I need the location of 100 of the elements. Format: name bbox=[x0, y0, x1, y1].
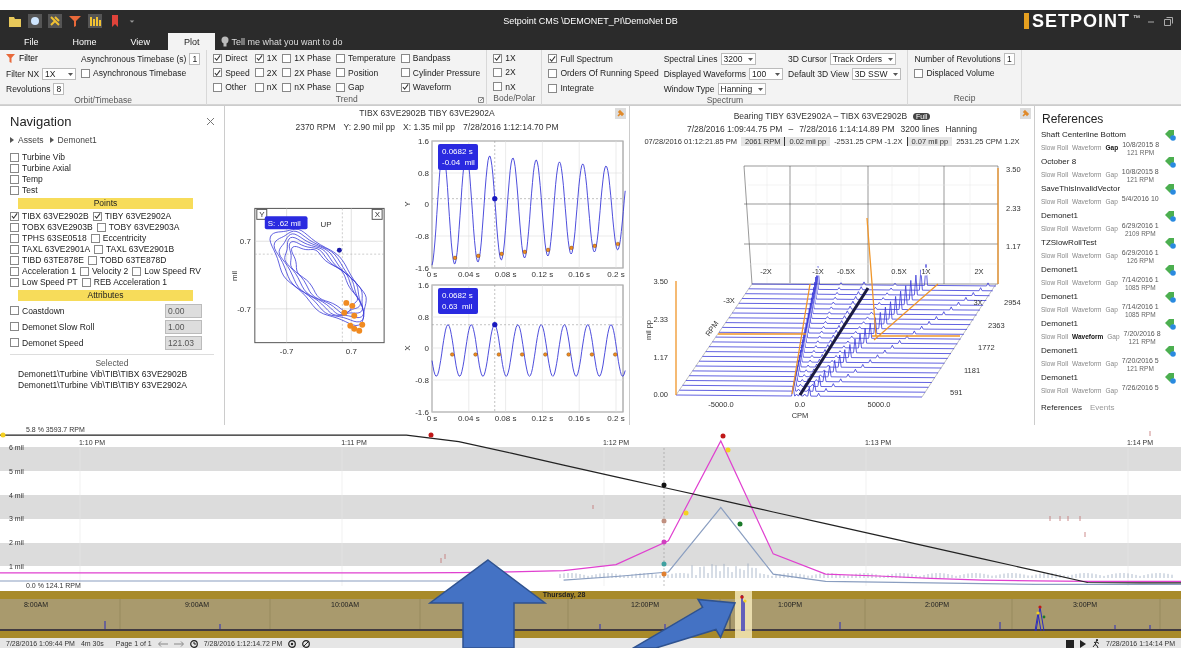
bar-chart-icon[interactable] bbox=[88, 14, 102, 28]
checkbox[interactable]: Cylinder Pressure bbox=[400, 67, 481, 78]
checkbox[interactable]: Demonet Slow Roll bbox=[10, 321, 95, 332]
reference-name[interactable]: TZSlowRollTest bbox=[1041, 238, 1178, 248]
number-field[interactable]: 1 bbox=[189, 53, 201, 65]
checkbox[interactable]: nX Phase bbox=[282, 82, 332, 92]
tag-icon[interactable] bbox=[1165, 184, 1176, 195]
dropdown[interactable]: 1X bbox=[42, 68, 77, 80]
breadcrumb-item[interactable]: Assets bbox=[18, 135, 44, 145]
checkbox[interactable]: nX bbox=[254, 82, 278, 92]
dropdown[interactable]: 100 bbox=[749, 68, 783, 80]
number-field[interactable]: 1 bbox=[1003, 53, 1015, 65]
checkbox[interactable]: 2X Phase bbox=[282, 67, 332, 78]
axis-toggle[interactable]: Y bbox=[256, 208, 268, 220]
clock-icon[interactable] bbox=[189, 639, 198, 648]
tag-icon[interactable] bbox=[1165, 373, 1176, 384]
axis-toggle[interactable]: X bbox=[371, 208, 383, 220]
tag-icon[interactable] bbox=[1165, 346, 1176, 357]
reference-name[interactable]: SaveThisInvalidVector bbox=[1041, 184, 1178, 194]
dropdown[interactable]: Hanning bbox=[717, 83, 767, 95]
filter-button[interactable]: Filter bbox=[6, 53, 38, 64]
reference-name[interactable]: Demonet1 bbox=[1041, 319, 1178, 329]
reference-name[interactable]: Shaft Centerline Bottom bbox=[1041, 130, 1178, 140]
tag-icon[interactable] bbox=[1165, 238, 1176, 249]
reference-name[interactable]: Demonet1 bbox=[1041, 346, 1178, 356]
checkbox[interactable]: nX bbox=[493, 81, 516, 92]
checkbox[interactable]: 2X bbox=[254, 67, 278, 78]
ribbon-tab[interactable]: View bbox=[114, 33, 166, 50]
checkbox[interactable]: TAXL 63VE2901A bbox=[10, 244, 91, 254]
checkbox[interactable]: Coastdown bbox=[10, 305, 65, 316]
checkbox[interactable]: Turbine Axial bbox=[10, 163, 214, 173]
tag-icon[interactable] bbox=[1165, 292, 1176, 303]
checkbox[interactable]: Test bbox=[10, 185, 214, 195]
search-field[interactable]: Tell me what you want to do bbox=[231, 36, 343, 47]
checkbox[interactable]: Acceleration 1 bbox=[10, 266, 76, 276]
checkbox[interactable]: Gap bbox=[336, 82, 365, 92]
panel-tab[interactable]: References bbox=[1041, 403, 1082, 412]
reference-name[interactable]: Demonet1 bbox=[1041, 373, 1178, 383]
reference-name[interactable]: October 8 bbox=[1041, 157, 1178, 167]
checkbox[interactable]: Low Speed PT bbox=[10, 277, 78, 287]
tag-icon[interactable] bbox=[1165, 157, 1176, 168]
expand-arrow-icon[interactable] bbox=[49, 137, 54, 143]
checkbox[interactable]: Displaced Volume bbox=[914, 68, 995, 78]
expand-arrow-icon[interactable] bbox=[10, 137, 14, 143]
cancel-icon[interactable] bbox=[302, 639, 311, 648]
tag-icon[interactable] bbox=[1165, 130, 1176, 141]
dropdown[interactable]: 3D SSW bbox=[851, 68, 902, 80]
checkbox[interactable]: TIBY 63VE2902A bbox=[92, 211, 172, 221]
checkbox[interactable]: Low Speed RV bbox=[132, 266, 201, 276]
checkbox[interactable]: 1X bbox=[254, 53, 278, 64]
checkbox[interactable]: Orders Of Running Speed bbox=[548, 68, 659, 79]
stop-icon[interactable] bbox=[1066, 639, 1075, 648]
tag-icon[interactable] bbox=[1165, 265, 1176, 276]
checkbox[interactable]: Demonet Speed bbox=[10, 337, 84, 348]
filter-icon[interactable] bbox=[68, 14, 82, 28]
checkbox[interactable]: 1X bbox=[493, 53, 516, 63]
checkbox[interactable]: Position bbox=[336, 67, 379, 78]
checkbox[interactable]: Bandpass bbox=[400, 53, 451, 63]
checkbox[interactable]: TIBD 63TE878E bbox=[10, 255, 84, 265]
restore-window-icon[interactable] bbox=[1164, 16, 1173, 26]
reference-name[interactable]: Demonet1 bbox=[1041, 265, 1178, 275]
checkbox[interactable]: Speed bbox=[213, 67, 250, 78]
checkbox[interactable]: 1X Phase bbox=[282, 53, 332, 63]
checkbox[interactable]: 2X bbox=[493, 67, 516, 77]
selected-path[interactable]: Demonet1\Turbine Vib\TIB\TIBY 63VE2902A bbox=[10, 380, 214, 390]
checkbox[interactable]: TOBX 63VE2903B bbox=[10, 222, 93, 232]
breadcrumb-item[interactable]: Demonet1 bbox=[57, 135, 97, 145]
checkbox[interactable]: Temp bbox=[10, 174, 214, 184]
checkbox[interactable]: REB Acceleration 1 bbox=[81, 277, 167, 287]
tag-icon[interactable] bbox=[1165, 211, 1176, 222]
checkbox[interactable]: Full Spectrum bbox=[548, 53, 613, 64]
checkbox[interactable]: Waveform bbox=[400, 82, 452, 93]
checkbox[interactable]: Temperature bbox=[336, 53, 396, 63]
close-icon[interactable] bbox=[207, 117, 214, 125]
selection-window[interactable] bbox=[735, 591, 752, 638]
target-icon[interactable] bbox=[288, 639, 297, 648]
selected-path[interactable]: Demonet1\Turbine Vib\TIB\TIBX 63VE2902B bbox=[10, 369, 214, 379]
dropdown[interactable]: Track Orders bbox=[829, 53, 897, 65]
tag-icon[interactable] bbox=[1165, 319, 1176, 330]
folder-icon[interactable] bbox=[8, 14, 22, 28]
number-field[interactable]: 8 bbox=[53, 83, 65, 95]
checkbox[interactable]: Velocity 2 bbox=[79, 266, 129, 276]
checkbox[interactable]: TAXL 63VE2901B bbox=[94, 244, 175, 254]
checkbox[interactable]: Other bbox=[213, 82, 247, 92]
checkbox[interactable]: TIBX 63VE2902B bbox=[10, 211, 89, 221]
ribbon-tab[interactable]: Plot bbox=[167, 33, 216, 50]
reference-name[interactable]: Demonet1 bbox=[1041, 211, 1178, 221]
checkbox[interactable]: Integrate bbox=[548, 83, 594, 94]
dropdown[interactable]: 3200 bbox=[720, 53, 757, 65]
checkbox[interactable]: TOBY 63VE2903A bbox=[96, 222, 180, 232]
checkbox[interactable]: Turbine Vib bbox=[10, 152, 214, 162]
checkbox[interactable]: Asynchronous Timebase bbox=[81, 68, 187, 79]
play-icon[interactable] bbox=[1080, 639, 1087, 648]
reference-name[interactable]: Demonet1 bbox=[1041, 292, 1178, 302]
running-person-icon[interactable] bbox=[1092, 639, 1101, 648]
checkbox[interactable]: TOBD 63TE878D bbox=[87, 255, 167, 265]
ribbon-tab[interactable]: File bbox=[8, 33, 55, 50]
ribbon-tab[interactable]: Home bbox=[56, 33, 113, 50]
dialog-launcher-icon[interactable] bbox=[478, 97, 485, 103]
checkbox[interactable]: TPHS 63SE0518 bbox=[10, 233, 87, 243]
